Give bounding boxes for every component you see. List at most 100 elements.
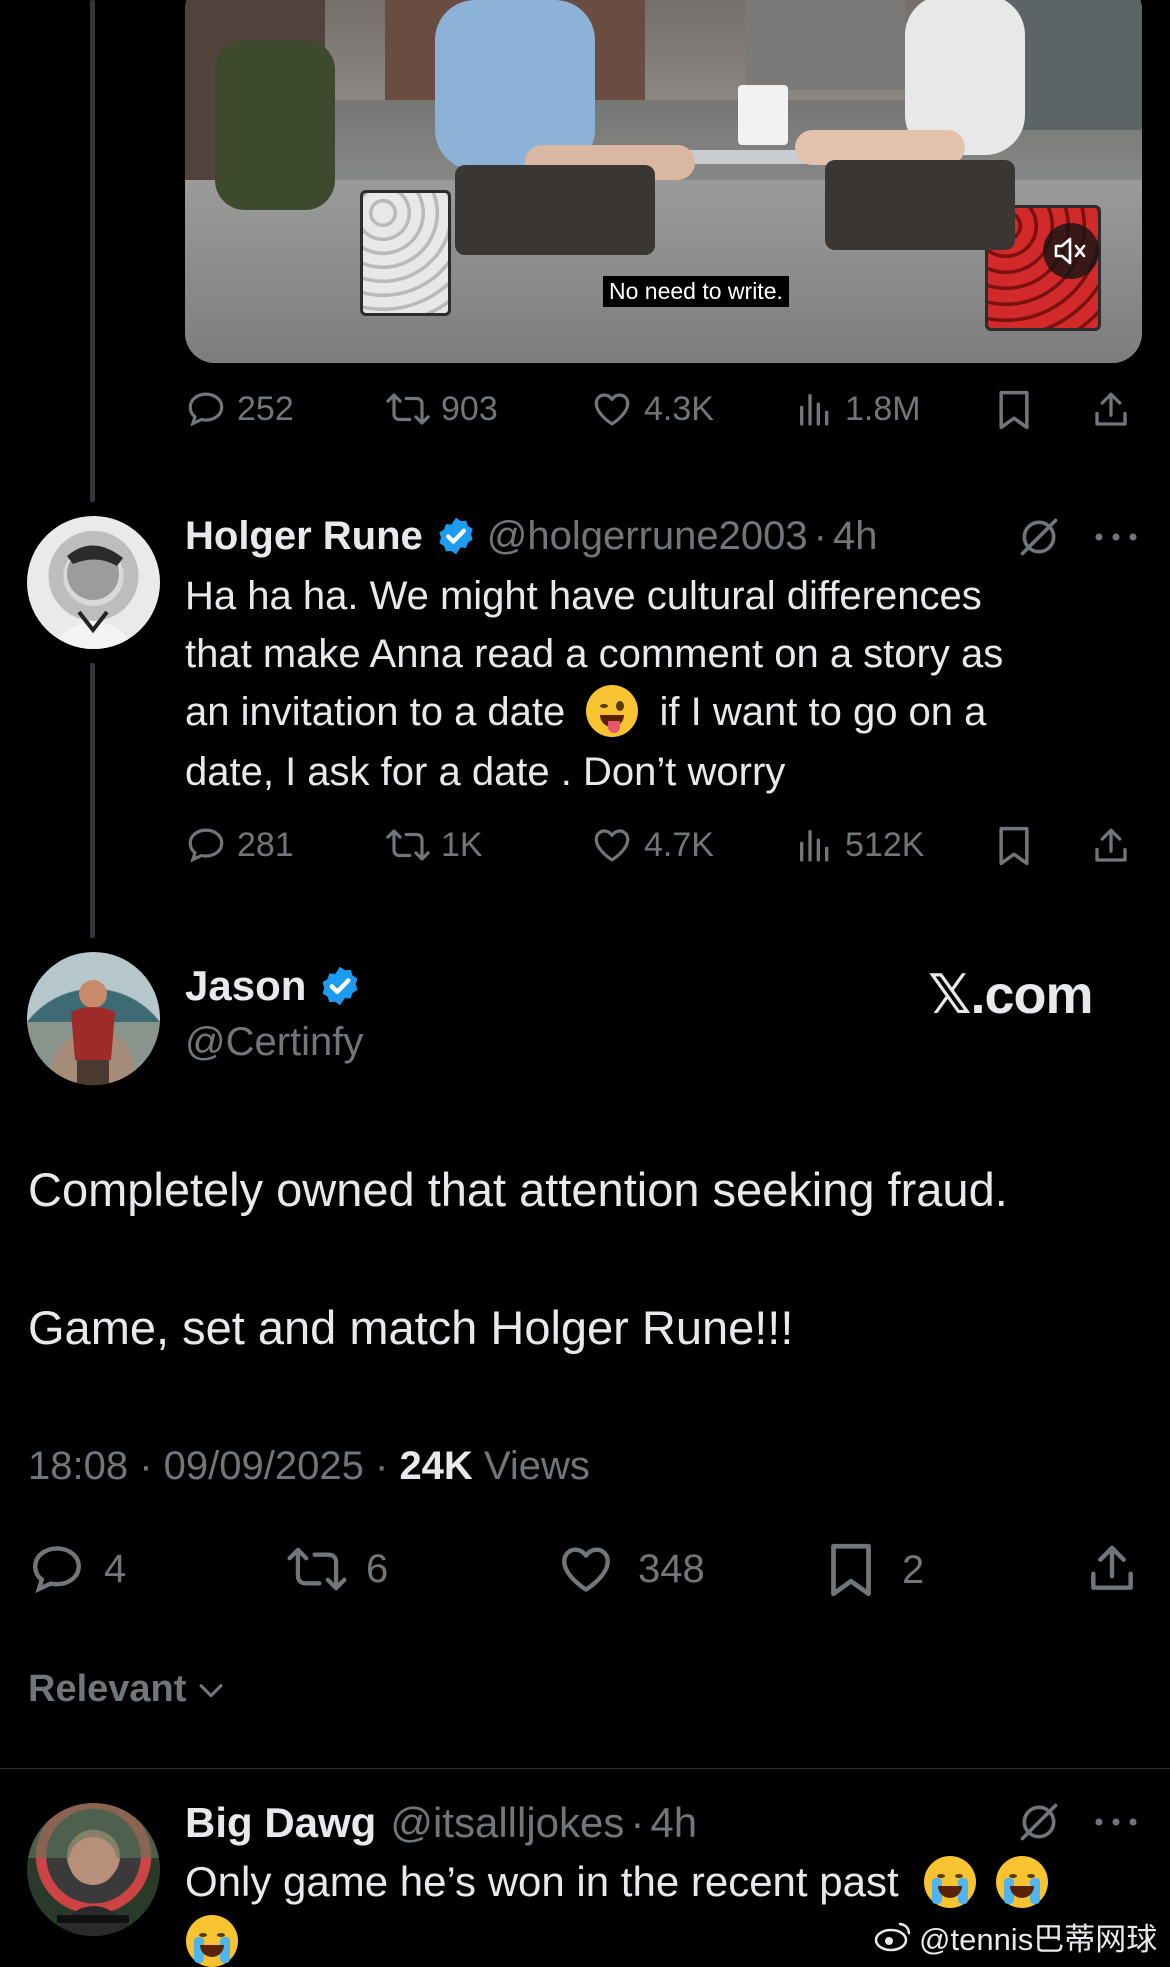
avatar[interactable] (27, 516, 160, 649)
more-options-icon[interactable] (1093, 527, 1139, 547)
winking-tongue-emoji-icon (586, 685, 639, 738)
repost-icon (386, 829, 430, 861)
crying-emoji-icon (995, 1855, 1048, 1908)
reply-button[interactable]: 252 (185, 388, 294, 430)
tweet-text: Ha ha ha. We might have cultural differe… (185, 567, 1145, 801)
like-count: 4.3K (644, 389, 714, 428)
grok-icon[interactable] (1017, 515, 1061, 559)
tweet-header: Holger Rune @holgerrune2003 · 4h (185, 508, 1145, 564)
profile-person-icon (49, 545, 139, 649)
like-count: 4.7K (644, 825, 714, 864)
views-label: Views (483, 1444, 590, 1488)
like-button[interactable]: 4.7K (590, 824, 714, 866)
video-player[interactable]: No need to write. (185, 0, 1142, 363)
reply-button[interactable]: 281 (185, 824, 294, 866)
verified-badge-icon (322, 966, 358, 1006)
display-name-text: Jason (185, 962, 307, 1009)
video-chair (455, 165, 655, 255)
views-count: 512K (845, 825, 925, 864)
tweet-text: Completely owned that attention seeking … (28, 1163, 1008, 1216)
tweet-text: Game, set and match Holger Rune!!! (28, 1301, 794, 1354)
share-icon (1095, 828, 1127, 862)
thread-line (90, 663, 95, 938)
heart-icon (594, 393, 630, 426)
comment-text: Only game he’s won in the recent past (185, 1858, 899, 1905)
tweet-actions: 252 903 4.3K 1.8M (185, 388, 1135, 438)
repost-button[interactable]: 1K (385, 824, 483, 866)
display-name[interactable]: Jason (185, 962, 362, 1010)
bookmark-icon (999, 826, 1029, 866)
verified-badge-icon (439, 517, 473, 555)
sort-dropdown[interactable]: Relevant (28, 1668, 228, 1711)
mute-button[interactable] (1043, 223, 1099, 279)
video-chair (825, 160, 1015, 250)
like-count: 348 (638, 1546, 705, 1591)
like-button[interactable]: 348 (556, 1540, 705, 1598)
bookmark-count: 2 (902, 1547, 925, 1592)
bookmark-button[interactable]: 2 (826, 1540, 924, 1600)
views-icon (800, 394, 829, 426)
bookmark-button[interactable] (995, 388, 1033, 432)
chevron-down-icon (199, 1683, 223, 1697)
share-button[interactable] (1084, 1540, 1140, 1598)
tweet-text: Only game he’s won in the recent past (185, 1853, 1145, 1914)
tweet-line: an invitation to a date if I want to go … (185, 683, 1145, 743)
video-table-sign (738, 85, 788, 145)
more-options-icon[interactable] (1093, 1812, 1139, 1832)
views-button[interactable]: 512K (795, 824, 924, 866)
sort-label: Relevant (28, 1668, 187, 1710)
handle[interactable]: @Certinfy (185, 1020, 363, 1065)
repost-button[interactable]: 6 (286, 1540, 388, 1598)
reply-count: 252 (237, 389, 294, 428)
video-plants (215, 40, 335, 210)
reply-count: 281 (237, 825, 294, 864)
reply-icon (188, 828, 224, 863)
speaker-muted-icon (1054, 237, 1086, 265)
video-building (745, 0, 905, 90)
timestamp[interactable]: 4h (833, 514, 878, 559)
repost-icon (287, 1547, 347, 1591)
tweet-line: that make Anna read a comment on a story… (185, 632, 1004, 676)
bookmark-button[interactable] (995, 824, 1033, 868)
like-button[interactable]: 4.3K (590, 388, 714, 430)
reply-icon (188, 392, 224, 427)
video-ball-basket (360, 190, 451, 316)
display-name[interactable]: Holger Rune (185, 514, 423, 559)
separator-dot: · (630, 1799, 645, 1846)
timestamp[interactable]: 4h (650, 1799, 697, 1847)
profile-person-icon (27, 1803, 160, 1936)
tweet-actions: 4 6 348 2 (28, 1540, 1148, 1600)
tweet-line-part: if I want to go on a (659, 690, 987, 734)
repost-button[interactable]: 903 (385, 388, 498, 430)
watermark-text: @tennis巴蒂网球 (919, 1921, 1158, 1957)
views-icon (800, 830, 829, 862)
tweet-line: Ha ha ha. We might have cultural differe… (185, 574, 982, 618)
profile-person-icon (27, 980, 160, 1085)
share-button[interactable] (1090, 824, 1132, 868)
handle[interactable]: @holgerrune2003 (487, 514, 808, 559)
handle[interactable]: @itsallljokes (390, 1799, 624, 1847)
thread-line (90, 0, 95, 502)
bookmark-icon (999, 390, 1029, 430)
repost-count: 6 (366, 1546, 389, 1591)
views-count: 24K (399, 1444, 473, 1488)
separator-dot: · (375, 1444, 400, 1488)
divider (0, 1768, 1170, 1769)
tweet-header: Big Dawg @itsallljokes · 4h (185, 1795, 1145, 1851)
bookmark-icon (831, 1543, 871, 1597)
views-button[interactable]: 1.8M (795, 388, 921, 430)
tweet-line-part: an invitation to a date (185, 690, 566, 734)
avatar[interactable] (27, 1803, 160, 1936)
grok-icon[interactable] (1017, 1800, 1061, 1844)
heart-icon (594, 829, 630, 862)
share-button[interactable] (1090, 388, 1132, 432)
repost-count: 903 (441, 389, 498, 428)
heart-icon (562, 1547, 610, 1592)
weibo-logo-icon (874, 1922, 911, 1952)
avatar[interactable] (27, 952, 160, 1085)
tweet-time[interactable]: 18:08 (28, 1444, 128, 1488)
reply-button[interactable]: 4 (28, 1540, 126, 1598)
tweet-date[interactable]: 09/09/2025 (164, 1444, 364, 1488)
display-name[interactable]: Big Dawg (185, 1799, 376, 1847)
repost-count: 1K (441, 825, 483, 864)
